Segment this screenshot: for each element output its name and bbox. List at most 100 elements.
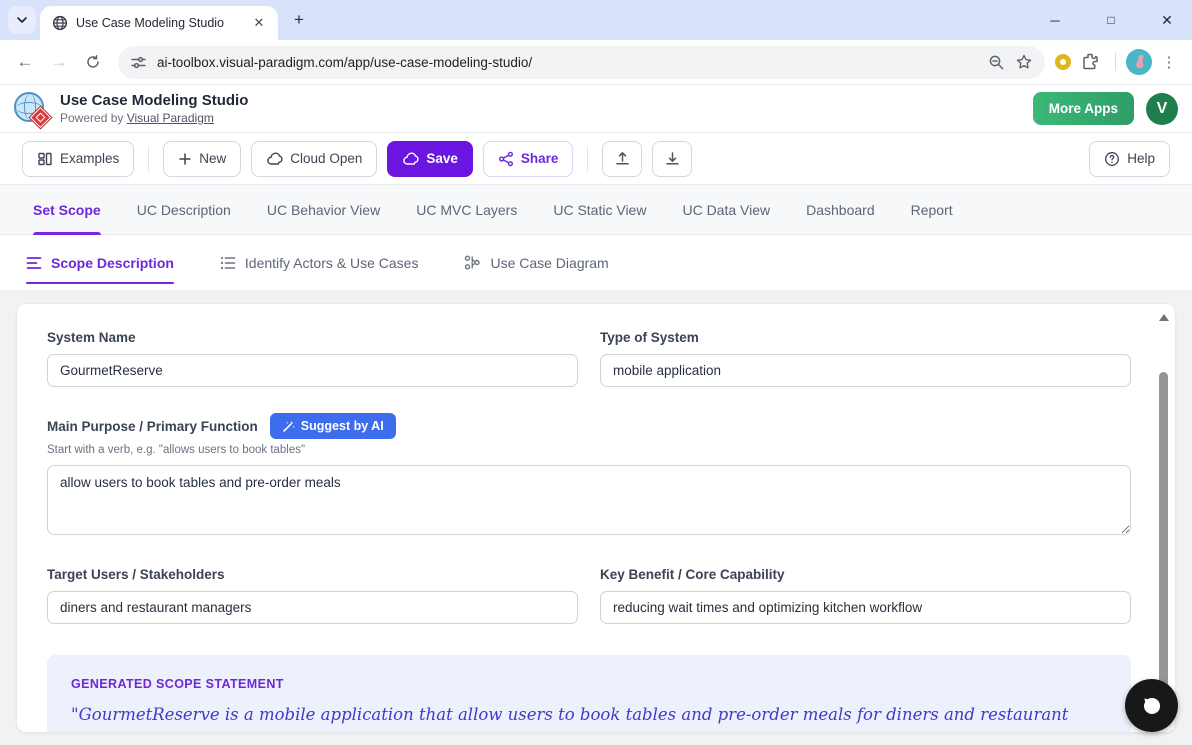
type-of-system-field-group: Type of System xyxy=(600,330,1131,387)
chat-widget-button[interactable] xyxy=(1125,679,1178,732)
site-settings-icon[interactable] xyxy=(130,54,147,71)
cloud-open-label: Cloud Open xyxy=(290,151,362,166)
save-button[interactable]: Save xyxy=(387,141,473,177)
visual-paradigm-logo-icon xyxy=(14,91,50,127)
scope-statement-text: "GourmetReserve is a mobile application … xyxy=(71,702,1107,733)
main-purpose-hint: Start with a verb, e.g. "allows users to… xyxy=(47,444,1131,456)
back-icon[interactable]: ← xyxy=(10,47,40,77)
list-icon xyxy=(220,256,236,270)
main-purpose-label: Main Purpose / Primary Function xyxy=(47,419,258,434)
tab-uc-description[interactable]: UC Description xyxy=(137,185,231,234)
tab-uc-static-view[interactable]: UC Static View xyxy=(553,185,646,234)
type-of-system-input[interactable] xyxy=(600,354,1131,387)
cloud-save-icon xyxy=(402,151,419,166)
tab-close-icon[interactable]: ✕ xyxy=(250,14,268,32)
subtab-scope-description[interactable]: Scope Description xyxy=(26,235,174,290)
browser-toolbar: ← → ai-toolbox.visual-paradigm.com/app/u… xyxy=(0,40,1192,85)
share-label: Share xyxy=(521,151,559,166)
plus-icon xyxy=(178,152,192,166)
app-toolbar: Examples New Cloud Open Save Share Help xyxy=(0,133,1192,185)
system-name-field-group: System Name xyxy=(47,330,578,387)
tab-uc-data-view[interactable]: UC Data View xyxy=(682,185,770,234)
suggest-by-ai-button[interactable]: Suggest by AI xyxy=(270,413,396,439)
window-close-icon[interactable]: ✕ xyxy=(1154,12,1180,29)
browser-titlebar: Use Case Modeling Studio ✕ + ─ □ ✕ xyxy=(0,0,1192,40)
window-controls: ─ □ ✕ xyxy=(1042,0,1180,40)
new-tab-button[interactable]: + xyxy=(286,7,312,33)
system-name-input[interactable] xyxy=(47,354,578,387)
window-maximize-icon[interactable]: □ xyxy=(1098,13,1124,27)
magic-wand-icon xyxy=(282,420,295,433)
card-scrollbar[interactable] xyxy=(1157,310,1171,726)
tab-dashboard[interactable]: Dashboard xyxy=(806,185,875,234)
page-title: Use Case Modeling Studio xyxy=(60,92,248,111)
scrollbar-thumb[interactable] xyxy=(1159,372,1168,726)
scroll-up-arrow-icon[interactable] xyxy=(1159,314,1169,321)
tab-uc-mvc-layers[interactable]: UC MVC Layers xyxy=(416,185,517,234)
bookmark-star-icon[interactable] xyxy=(1015,53,1033,71)
subtab-use-case-diagram[interactable]: Use Case Diagram xyxy=(464,235,608,290)
visual-paradigm-link[interactable]: Visual Paradigm xyxy=(127,111,214,125)
extension-badge-icon[interactable] xyxy=(1055,54,1071,70)
tab-set-scope[interactable]: Set Scope xyxy=(33,185,101,234)
globe-favicon-icon xyxy=(52,15,68,31)
target-users-input[interactable] xyxy=(47,591,578,624)
subtab-label: Use Case Diagram xyxy=(490,255,608,271)
toolbar-separator xyxy=(148,146,149,172)
powered-by: Powered by Visual Paradigm xyxy=(60,111,248,125)
browser-menu-icon[interactable]: ⋮ xyxy=(1156,53,1182,71)
help-icon xyxy=(1104,151,1120,167)
address-bar[interactable]: ai-toolbox.visual-paradigm.com/app/use-c… xyxy=(118,46,1045,79)
upload-icon xyxy=(614,150,631,167)
download-button[interactable] xyxy=(652,141,692,177)
profile-avatar[interactable] xyxy=(1126,49,1152,75)
browser-tab[interactable]: Use Case Modeling Studio ✕ xyxy=(40,6,278,40)
main-purpose-textarea[interactable]: allow users to book tables and pre-order… xyxy=(47,465,1131,535)
tab-uc-behavior-view[interactable]: UC Behavior View xyxy=(267,185,380,234)
cloud-open-button[interactable]: Cloud Open xyxy=(251,141,377,177)
url-text[interactable]: ai-toolbox.visual-paradigm.com/app/use-c… xyxy=(157,55,978,70)
main-tab-bar: Set Scope UC Description UC Behavior Vie… xyxy=(0,185,1192,235)
chevron-down-icon xyxy=(16,14,28,26)
cloud-icon xyxy=(266,151,283,166)
extensions-puzzle-icon[interactable] xyxy=(1075,47,1105,77)
diagram-icon xyxy=(464,255,481,270)
target-users-field-group: Target Users / Stakeholders xyxy=(47,567,578,624)
key-benefit-input[interactable] xyxy=(600,591,1131,624)
save-label: Save xyxy=(426,151,458,166)
forward-icon[interactable]: → xyxy=(44,47,74,77)
scope-form-card: System Name Type of System Main Purpose … xyxy=(16,303,1176,733)
examples-label: Examples xyxy=(60,151,119,166)
user-avatar[interactable]: V xyxy=(1146,93,1178,125)
upload-button[interactable] xyxy=(602,141,642,177)
examples-grid-icon xyxy=(37,151,53,167)
suggest-by-ai-label: Suggest by AI xyxy=(301,419,384,433)
chat-bubble-icon xyxy=(1139,693,1165,719)
zoom-icon[interactable] xyxy=(988,54,1005,71)
help-button[interactable]: Help xyxy=(1089,141,1170,177)
sub-tab-bar: Scope Description Identify Actors & Use … xyxy=(0,235,1192,291)
toolbar-separator xyxy=(587,146,588,172)
new-button[interactable]: New xyxy=(163,141,241,177)
align-left-icon xyxy=(26,256,42,270)
new-label: New xyxy=(199,151,226,166)
subtab-identify-actors[interactable]: Identify Actors & Use Cases xyxy=(220,235,419,290)
generated-scope-statement-box: GENERATED SCOPE STATEMENT "GourmetReserv… xyxy=(47,655,1131,733)
tab-title: Use Case Modeling Studio xyxy=(76,16,242,30)
tab-report[interactable]: Report xyxy=(911,185,953,234)
share-icon xyxy=(498,151,514,167)
reload-icon[interactable] xyxy=(78,47,108,77)
download-icon xyxy=(664,150,681,167)
subtab-label: Scope Description xyxy=(51,255,174,271)
examples-button[interactable]: Examples xyxy=(22,141,134,177)
more-apps-button[interactable]: More Apps xyxy=(1033,92,1134,125)
window-minimize-icon[interactable]: ─ xyxy=(1042,13,1068,28)
app-header: Use Case Modeling Studio Powered by Visu… xyxy=(0,85,1192,133)
scope-statement-heading: GENERATED SCOPE STATEMENT xyxy=(71,677,1107,691)
tab-search-button[interactable] xyxy=(8,6,36,34)
share-button[interactable]: Share xyxy=(483,141,574,177)
powered-by-prefix: Powered by xyxy=(60,111,127,125)
toolbar-divider xyxy=(1115,53,1116,71)
system-name-label: System Name xyxy=(47,330,578,345)
main-purpose-field-group: Main Purpose / Primary Function Suggest … xyxy=(47,413,1131,540)
